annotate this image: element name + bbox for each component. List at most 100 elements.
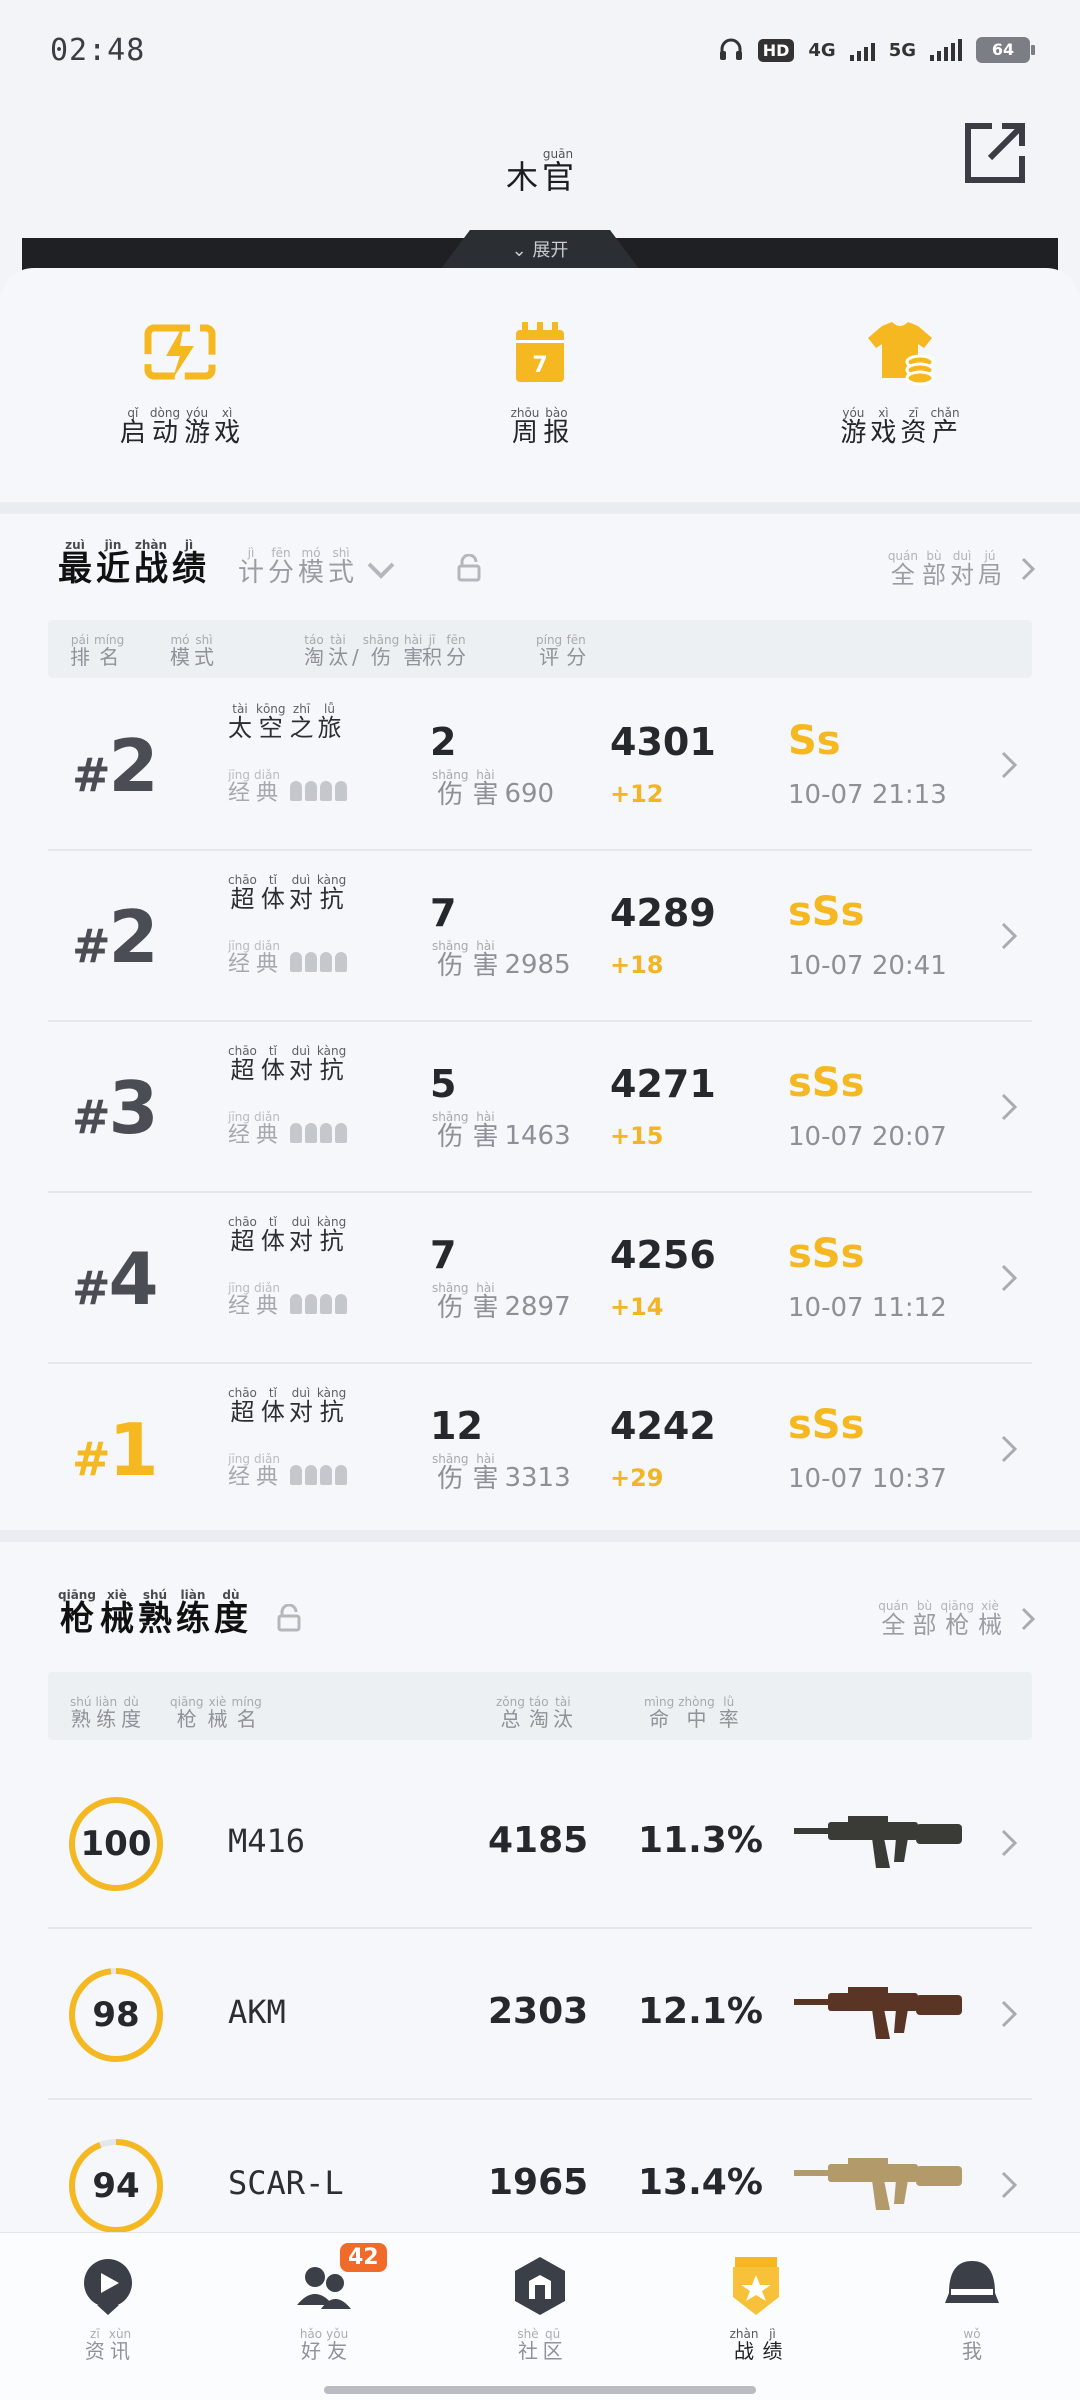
ruby-char: diǎn 典: [254, 1110, 280, 1148]
damage: shāng 伤 hài 害 690: [432, 768, 555, 810]
chevron-right-icon: [1001, 2171, 1018, 2199]
mastery-level: 100: [80, 1824, 152, 1864]
ruby-char: quán 全: [887, 548, 918, 589]
match-row[interactable]: #4 chāo 超 tǐ 体 duì 对 kàng 抗 jīng 经 diǎn 典 7 shāng 伤 hài 害…: [48, 1193, 1032, 1364]
ruby-char: jì 计: [238, 546, 265, 589]
match-time: 10-07 20:07: [788, 1122, 947, 1152]
ruby-char: kàng 抗: [316, 1215, 347, 1255]
nav-item-0[interactable]: zī 资 xùn 讯: [0, 2233, 216, 2400]
column-header: píng 评 fēn 分: [534, 633, 588, 668]
ruby-char: táo 淘: [528, 1695, 549, 1731]
lock-icon[interactable]: [456, 553, 482, 582]
ruby-char: chǎn 产: [930, 406, 960, 448]
ruby-char: qiāng 枪: [58, 1588, 96, 1639]
home-indicator[interactable]: [324, 2386, 756, 2394]
ruby-char: xiè 械: [207, 1695, 228, 1731]
match-row[interactable]: #2 chāo 超 tǐ 体 duì 对 kàng 抗 jīng 经 diǎn 典 7 shāng 伤 hài 害…: [48, 851, 1032, 1022]
mastery-ring: 98: [68, 1967, 164, 2063]
ruby-char: qǐ 启: [119, 406, 146, 448]
ruby-char: kàng 抗: [316, 1386, 347, 1426]
quick-action-1[interactable]: 7 zhōu 周 bào 报: [360, 268, 720, 498]
ruby-char: jīng 经: [228, 1110, 251, 1148]
mode-type: jīng 经 diǎn 典: [226, 768, 347, 805]
rank: #1: [72, 1408, 159, 1492]
weapon-image: [794, 2158, 962, 2210]
score-delta: +18: [610, 951, 664, 979]
ruby-char: tài 汰: [552, 1695, 573, 1731]
squad-icon: [289, 1465, 347, 1486]
match-row[interactable]: #1 chāo 超 tǐ 体 duì 对 kàng 抗 jīng 经 diǎn 典 12 shāng 伤 hài…: [48, 1364, 1032, 1535]
mastery-level: 98: [92, 1995, 140, 2035]
ruby-char: xiè 械: [99, 1588, 134, 1639]
grade: sSs: [788, 1060, 865, 1106]
ruby-char: diǎn 典: [254, 768, 280, 806]
nav-item-1[interactable]: 42 hǎo 好 yǒu 友: [216, 2233, 432, 2400]
score-value: 4256: [610, 1233, 716, 1277]
rank: #4: [72, 1237, 159, 1321]
kills-value: 7: [430, 1233, 457, 1277]
ruby-char: jīng 经: [228, 939, 251, 977]
all-weapons-link[interactable]: quán 全 bù 部 qiāng 枪 xiè 械: [876, 1599, 1036, 1638]
ruby-char: hài 害: [472, 768, 499, 810]
expand-button[interactable]: ⌄ 展开: [440, 230, 640, 270]
mode-filter[interactable]: jì 计 fēn 分 mó 模 shì 式: [236, 546, 396, 587]
mode-type: jīng 经 diǎn 典: [226, 1110, 347, 1147]
ruby-char: mìng 命: [644, 1695, 675, 1731]
score-value: 4289: [610, 891, 716, 935]
weapon-accuracy: 11.3%: [638, 1820, 763, 1861]
weapon-accuracy: 12.1%: [638, 1991, 763, 2032]
page-title: 木 guān 官: [505, 147, 575, 196]
divider: [0, 502, 1080, 514]
ruby-char: qū 区: [542, 2327, 563, 2363]
ruby-char: zuì 最: [58, 538, 92, 589]
lock-icon[interactable]: [276, 1603, 302, 1632]
ruby-char: xì 戏: [870, 406, 897, 448]
chevron-right-icon: [1001, 1829, 1018, 1857]
mode-type: jīng 经 diǎn 典: [226, 1452, 347, 1489]
nav-item-2[interactable]: shè 社 qū 区: [432, 2233, 648, 2400]
match-row[interactable]: #2 tài 太 kōng 空 zhī 之 lǚ 旅 jīng 经 diǎn 典 2 shāng 伤 hài 害 6…: [48, 680, 1032, 851]
ruby-char: hǎo 好: [299, 2327, 323, 2363]
match-row[interactable]: #3 chāo 超 tǐ 体 duì 对 kàng 抗 jīng 经 diǎn 典 5 shāng 伤 hài 害…: [48, 1022, 1032, 1193]
weapon-name: AKM: [228, 1993, 286, 2031]
ruby-char: xiè 械: [978, 1598, 1002, 1639]
squad-icon: [289, 1294, 347, 1315]
kills-value: 7: [430, 891, 457, 935]
ruby-char: dù 度: [121, 1695, 142, 1731]
clock: 02:48: [50, 32, 146, 68]
ruby-char: zhòng 中: [678, 1695, 715, 1731]
ruby-char: míng 名: [94, 633, 125, 669]
ruby-char: shì 式: [194, 633, 214, 669]
weapon-section-header: qiāng 枪 xiè 械 shú 熟 liàn 练 dù 度 quán 全 bù 部 qiāng 枪 xiè…: [56, 1588, 1036, 1638]
ruby-char: chāo 超: [228, 1044, 257, 1084]
match-time: 10-07 20:41: [788, 951, 947, 981]
ruby-char: duì 对: [288, 1386, 313, 1426]
ruby-char: kàng 抗: [316, 1044, 347, 1084]
nav-item-4[interactable]: wǒ 我: [864, 2233, 1080, 2400]
ruby-char: hài 害: [472, 939, 499, 981]
ruby-char: yóu 游: [840, 406, 867, 448]
kills-value: 2: [430, 720, 457, 764]
signal-icon: [849, 39, 875, 61]
share-icon[interactable]: [962, 120, 1028, 186]
score-value: 4301: [610, 720, 716, 764]
ruby-char: jīng 经: [228, 1452, 251, 1490]
nav-item-3[interactable]: zhàn 战 jì 绩: [648, 2233, 864, 2400]
battery-icon: 64: [976, 37, 1035, 63]
ruby-char: míng 名: [231, 1695, 262, 1731]
mastery-level: 94: [92, 2166, 140, 2206]
quick-action-0[interactable]: qǐ 启 dòng 动 yóu 游 xì 戏: [0, 268, 360, 498]
ruby-char: quán 全: [878, 1598, 909, 1639]
nav-label: shè 社 qū 区: [515, 2327, 564, 2362]
quick-action-2[interactable]: yóu 游 xì 戏 zī 资 chǎn 产: [720, 268, 1080, 498]
ruby-char: shāng 伤: [362, 633, 400, 669]
all-matches-link[interactable]: quán 全 bù 部 duì 对 jú 局: [886, 549, 1036, 588]
ruby-char: dòng 动: [149, 406, 181, 448]
weapon-row[interactable]: 98 AKM 2303 12.1%: [48, 1929, 1032, 2100]
recent-table-header: pái 排 míng 名 mó 模 shì 式 táo 淘 tài 汰 / shāng 伤 hài 害 jī 积 f…: [48, 620, 1032, 678]
ruby-char: tài 太: [228, 702, 252, 742]
weapon-row[interactable]: 100 M416 4185 11.3%: [48, 1758, 1032, 1929]
ruby-char: shì 式: [328, 546, 355, 589]
ruby-char: duì 对: [288, 1044, 313, 1084]
weapon-image: [794, 1987, 962, 2039]
